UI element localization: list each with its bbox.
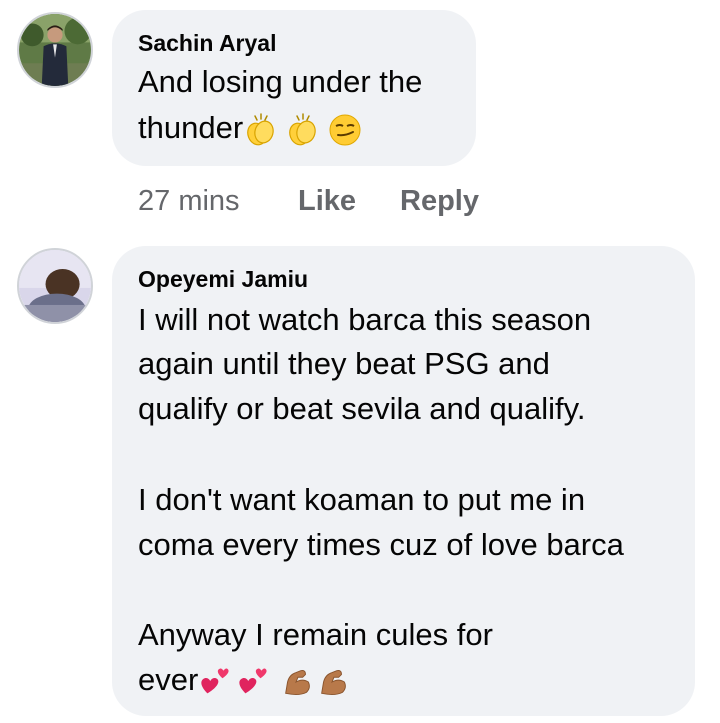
reply-button[interactable]: Reply <box>400 185 479 218</box>
avatar[interactable] <box>17 248 93 324</box>
like-button[interactable]: Like <box>298 185 356 218</box>
two-hearts-icon <box>239 668 267 694</box>
flexed-biceps-icon <box>285 669 311 695</box>
comment-text-line: I will not watch barca this season <box>138 302 592 337</box>
clapping-hands-icon <box>247 113 274 146</box>
comment-actions: 27 mins Like Reply <box>138 185 558 221</box>
two-hearts-icon <box>201 668 229 694</box>
smirking-face-icon <box>329 114 361 146</box>
comment-text-line: again until they beat PSG and <box>138 346 550 381</box>
comment-timestamp: 27 mins <box>138 185 240 217</box>
comment-author[interactable]: Sachin Aryal <box>138 30 276 57</box>
avatar[interactable] <box>17 12 93 88</box>
clapping-hands-icon <box>289 113 316 146</box>
user-photo-icon <box>19 14 91 86</box>
comment-text-line: coma every times cuz of love barca <box>138 527 624 562</box>
comment-text-line: ever <box>138 662 350 699</box>
flexed-biceps-icon <box>321 669 347 695</box>
user-photo-icon <box>19 250 91 322</box>
comment-author[interactable]: Opeyemi Jamiu <box>138 266 308 293</box>
comment-text-line: thunder <box>138 110 363 148</box>
comment-text: thunder <box>138 110 244 145</box>
comment-text-line: I don't want koaman to put me in <box>138 482 586 517</box>
comment-text-line: qualify or beat sevila and qualify. <box>138 391 586 426</box>
comment-text-line: And losing under the <box>138 64 423 99</box>
comment-text: ever <box>138 662 199 697</box>
comment-text-line: Anyway I remain cules for <box>138 617 493 652</box>
